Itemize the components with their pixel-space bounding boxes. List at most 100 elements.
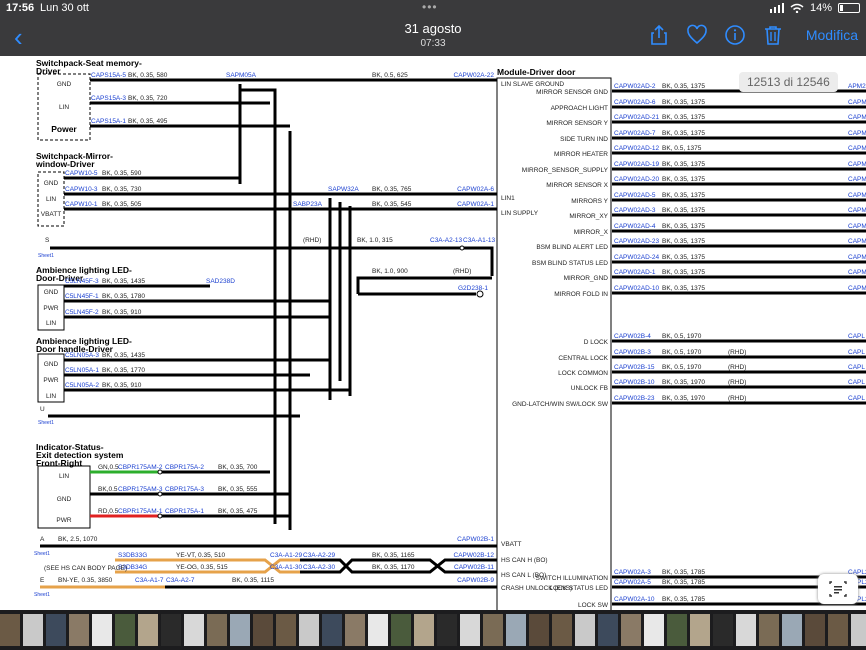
edit-button[interactable]: Modifica — [806, 27, 858, 43]
wire-spec: BK, 0.35, 1970 — [662, 395, 705, 402]
thumbnail[interactable] — [23, 614, 43, 646]
wire-spec: BN-YE, 0.35, 3850 — [58, 577, 113, 584]
thumbnail[interactable] — [138, 614, 158, 646]
connector-id: CAPW02AD-10 — [614, 285, 660, 292]
wire-spec: BK, 0.35, 1375 — [662, 130, 705, 137]
multitasking-dots-icon[interactable]: ••• — [422, 0, 438, 14]
wire-spec: BK, 0.35, 1375 — [662, 83, 705, 90]
connector-id: CBPR175A-3 — [165, 486, 204, 493]
thumbnail[interactable] — [253, 614, 273, 646]
connector-id: CAPW02B-3 — [614, 349, 651, 356]
thumbnail[interactable] — [184, 614, 204, 646]
thumbnail[interactable] — [598, 614, 618, 646]
connector-id: CBPR175AM-3 — [118, 486, 163, 493]
thumbnail[interactable] — [644, 614, 664, 646]
connector-id: CAPW02AD-12 — [614, 145, 660, 152]
wire-spec: BK, 0.35, 1435 — [102, 278, 145, 285]
connector-id: C3A-A1-29 — [270, 552, 303, 559]
pin-label: LIN — [59, 104, 69, 111]
connector-id: C3A-A2-30 — [303, 564, 336, 571]
thumbnail[interactable] — [299, 614, 319, 646]
thumbnail[interactable] — [851, 614, 866, 646]
wire-spec: BK, 0.35, 1375 — [662, 161, 705, 168]
wire-spec: BK, 0.35, 545 — [372, 201, 412, 208]
connector-id: C3A-A2-7 — [166, 577, 195, 584]
thumbnail[interactable] — [46, 614, 66, 646]
pin-label: GND — [44, 180, 59, 187]
trash-icon[interactable] — [762, 24, 784, 46]
photo-nav-bar: ‹ 31 agosto 07:33 Modifica — [0, 18, 866, 56]
wire-spec: BK, 0.35, 505 — [102, 201, 142, 208]
thumbnail[interactable] — [805, 614, 825, 646]
thumbnail[interactable] — [736, 614, 756, 646]
thumbnail[interactable] — [322, 614, 342, 646]
thumbnail[interactable] — [276, 614, 296, 646]
thumbnail[interactable] — [92, 614, 112, 646]
module-pin-right: D LOCK — [584, 339, 609, 346]
connector-id: C5LN45F-1 — [65, 293, 99, 300]
module-pin-right: MIRROR_XY — [569, 213, 608, 220]
connector-id: APM2 — [848, 83, 866, 90]
thumbnail[interactable] — [345, 614, 365, 646]
connector-id: CAPW02AD-7 — [614, 130, 656, 137]
thumbnail[interactable] — [690, 614, 710, 646]
thumbnail[interactable] — [782, 614, 802, 646]
pin-label: LIN — [46, 320, 56, 327]
live-text-button[interactable] — [818, 574, 858, 604]
thumbnail[interactable] — [460, 614, 480, 646]
pin-label: GND — [44, 361, 59, 368]
connector-id: CAPW02B-10 — [614, 379, 655, 386]
thumbnail[interactable] — [667, 614, 687, 646]
thumbnail[interactable] — [506, 614, 526, 646]
thumbnail-strip[interactable] — [0, 610, 866, 650]
rhd-note: (RHD) — [728, 349, 746, 356]
module-pin-right: MIRRORS Y — [571, 198, 608, 205]
module-pin-left: LIN1 — [501, 195, 515, 202]
module-pin-right: GND-LATCH/WIN SW/LOCK SW — [512, 401, 609, 408]
pin-label: GND — [44, 289, 59, 296]
thumbnail[interactable] — [575, 614, 595, 646]
thumbnail[interactable] — [391, 614, 411, 646]
thumbnail[interactable] — [115, 614, 135, 646]
thumbnail[interactable] — [529, 614, 549, 646]
pin-label: PWR — [43, 305, 58, 312]
module-pin-right: MIRROR HEATER — [554, 151, 608, 158]
thumbnail[interactable] — [230, 614, 250, 646]
module-pin-right: MIRROR SENSOR X — [546, 182, 608, 189]
wire-spec: BK, 0.35, 1375 — [662, 192, 705, 199]
connector-id: C5LN45F-3 — [65, 278, 99, 285]
thumbnail[interactable] — [713, 614, 733, 646]
wire-spec: BK, 0.35, 720 — [128, 95, 168, 102]
thumbnail[interactable] — [207, 614, 227, 646]
thumbnail[interactable] — [368, 614, 388, 646]
info-icon[interactable] — [724, 24, 746, 46]
thumbnail[interactable] — [759, 614, 779, 646]
connector-id: CAPW02AD-6 — [614, 99, 656, 106]
connector-id: CAPW02A-6 — [457, 186, 494, 193]
signal-icon — [769, 3, 784, 13]
connector-id: CAPW02AD-3 — [614, 207, 656, 214]
pin-label: GND — [57, 81, 72, 88]
thumbnail[interactable] — [437, 614, 457, 646]
thumbnail[interactable] — [621, 614, 641, 646]
wire-spec: BK, 0.35, 1435 — [102, 352, 145, 359]
module-pin-right: SIDE TURN IND — [560, 136, 608, 143]
wire-spec: BK, 0.35, 1770 — [102, 367, 145, 374]
wiring-diagram-photo: Switchpack-Seat memory- Driver GND LIN Power… — [0, 56, 866, 610]
connector-id: CAPW02B-12 — [454, 552, 495, 559]
connector-id: CAPS15A-3 — [91, 95, 126, 102]
thumbnail[interactable] — [69, 614, 89, 646]
wire-spec: BK, 0.35, 1375 — [662, 207, 705, 214]
thumbnail[interactable] — [483, 614, 503, 646]
thumbnail[interactable] — [0, 614, 20, 646]
heart-icon[interactable] — [686, 24, 708, 46]
thumbnail[interactable] — [414, 614, 434, 646]
date: Lun 30 ott — [40, 2, 89, 14]
connector-id: CAPW02A-1 — [457, 201, 494, 208]
thumbnail[interactable] — [161, 614, 181, 646]
battery-icon — [838, 3, 860, 13]
share-icon[interactable] — [648, 24, 670, 46]
wire-spec: BK, 0.35, 1170 — [372, 564, 415, 571]
thumbnail[interactable] — [828, 614, 848, 646]
thumbnail[interactable] — [552, 614, 572, 646]
